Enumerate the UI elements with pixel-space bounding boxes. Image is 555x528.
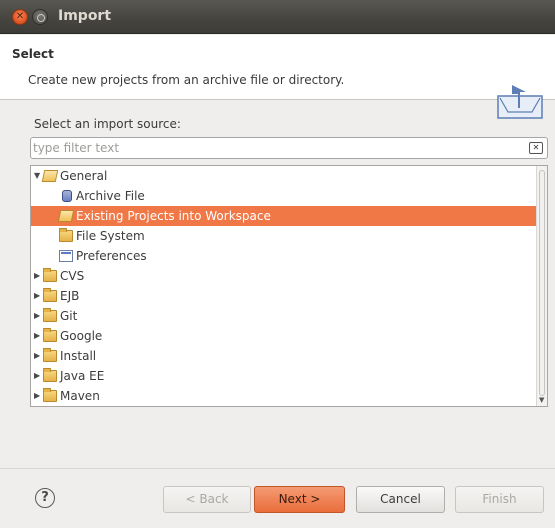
tree-item[interactable]: ▶ Java EE xyxy=(31,366,537,386)
tree-item[interactable]: Preferences xyxy=(31,246,537,266)
close-icon[interactable]: ✕ xyxy=(12,9,28,25)
minimize-icon[interactable] xyxy=(32,9,48,25)
import-dialog: ✕ Import Select Create new projects from… xyxy=(0,0,555,528)
expand-right-icon[interactable]: ▶ xyxy=(34,326,40,346)
window-title: Import xyxy=(58,8,112,24)
expand-right-icon[interactable]: ▶ xyxy=(34,366,40,386)
cancel-button[interactable]: Cancel xyxy=(356,486,445,513)
tree-scrollbar[interactable]: ▼ xyxy=(536,166,547,406)
folder-icon xyxy=(43,308,57,322)
tree-item-label: File System xyxy=(76,229,145,243)
tree-item-label: Maven xyxy=(60,389,100,403)
tree-item-label: Google xyxy=(60,329,103,343)
tree-item[interactable]: ▶ Maven xyxy=(31,386,537,406)
tree-item-label: General xyxy=(60,169,108,183)
import-source-label: Select an import source: xyxy=(34,117,181,131)
tree-item[interactable]: ▶ Install xyxy=(31,346,537,366)
expand-down-icon[interactable]: ▼ xyxy=(34,166,40,186)
next-button[interactable]: Next > xyxy=(254,486,345,513)
expand-right-icon[interactable]: ▶ xyxy=(34,266,40,286)
folder-icon xyxy=(59,228,73,242)
tree-item[interactable]: ▶ EJB xyxy=(31,286,537,306)
tree-item-label: Install xyxy=(60,349,97,363)
folder-icon xyxy=(43,328,57,342)
folder-open-icon xyxy=(41,170,59,182)
tree-item[interactable]: ▶ Git xyxy=(31,306,537,326)
page-description: Create new projects from an archive file… xyxy=(28,73,345,87)
archive-icon xyxy=(62,190,72,202)
wizard-header: Select Create new projects from an archi… xyxy=(0,35,555,119)
preferences-icon xyxy=(59,250,73,262)
folder-icon xyxy=(43,368,57,382)
folder-icon xyxy=(43,268,57,282)
import-wizard-icon xyxy=(497,85,543,119)
scrollbar-thumb[interactable] xyxy=(539,170,545,396)
page-title: Select xyxy=(12,47,54,61)
back-button[interactable]: < Back xyxy=(163,486,251,513)
tree-item-label: Existing Projects into Workspace xyxy=(76,209,271,223)
tree-item[interactable]: ▶ CVS xyxy=(31,266,537,286)
tree-item[interactable]: File System xyxy=(31,226,537,246)
tree-item[interactable]: Existing Projects into Workspace xyxy=(31,206,537,226)
footer-divider xyxy=(0,468,555,469)
tree-item-label: Preferences xyxy=(76,249,147,263)
title-bar[interactable]: ✕ Import xyxy=(0,0,555,34)
expand-right-icon[interactable]: ▶ xyxy=(34,386,40,406)
expand-right-icon[interactable]: ▶ xyxy=(34,306,40,326)
tree-item-label: CVS xyxy=(60,269,85,283)
folder-icon xyxy=(43,348,57,362)
finish-button[interactable]: Finish xyxy=(455,486,544,513)
tree-item-label: Git xyxy=(60,309,78,323)
tree-item[interactable]: ▶ Google xyxy=(31,326,537,346)
expand-right-icon[interactable]: ▶ xyxy=(34,286,40,306)
filter-input[interactable] xyxy=(33,139,513,157)
filter-field[interactable]: ✕ xyxy=(30,137,548,159)
tree-item-label: EJB xyxy=(60,289,80,303)
tree-item-label: Archive File xyxy=(76,189,145,203)
clear-filter-icon[interactable]: ✕ xyxy=(529,142,543,154)
folder-icon xyxy=(43,288,57,302)
tree-item[interactable]: Archive File xyxy=(31,186,537,206)
tree-item-label: Java EE xyxy=(60,369,105,383)
project-folder-icon xyxy=(57,210,75,222)
folder-icon xyxy=(43,388,57,402)
expand-right-icon[interactable]: ▶ xyxy=(34,346,40,366)
scroll-down-icon[interactable]: ▼ xyxy=(539,396,544,404)
import-source-tree[interactable]: ▼ General Archive File Existing Projects in… xyxy=(30,165,548,407)
help-icon[interactable]: ? xyxy=(35,488,55,508)
tree-item[interactable]: ▼ General xyxy=(31,166,537,186)
